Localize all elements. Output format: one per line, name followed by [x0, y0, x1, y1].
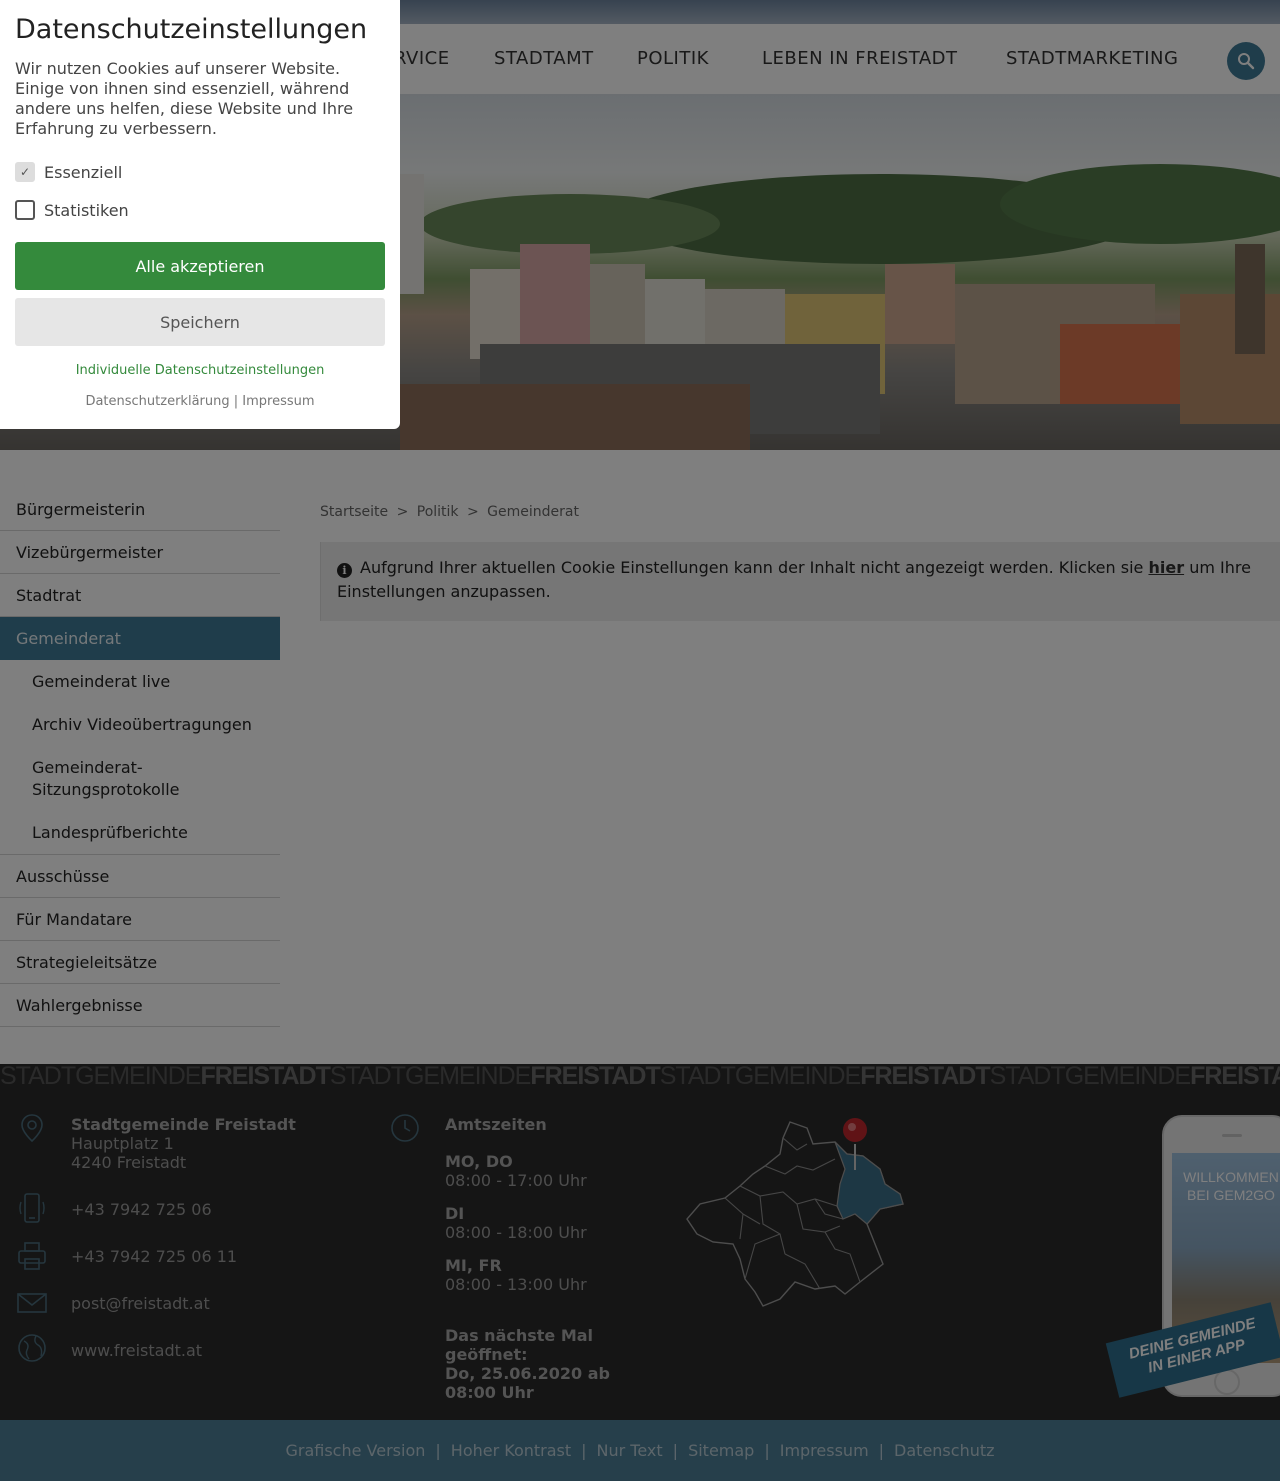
checkbox-checked-icon: ✓: [15, 162, 35, 182]
privacy-policy-link[interactable]: Datenschutzerklärung: [85, 394, 229, 409]
checkbox-label: Essenziell: [44, 162, 123, 182]
accept-all-button[interactable]: Alle akzeptieren: [15, 242, 385, 290]
cookie-footer-links: Datenschutzerklärung | Impressum: [0, 394, 400, 409]
checkbox-essenziell[interactable]: ✓ Essenziell: [15, 162, 122, 182]
checkbox-statistiken[interactable]: Statistiken: [15, 200, 129, 220]
checkbox-label: Statistiken: [44, 200, 129, 220]
link-separator: |: [233, 394, 239, 409]
cookie-dialog-description: Wir nutzen Cookies auf unserer Website. …: [15, 59, 354, 138]
cookie-consent-dialog: Datenschutzeinstellungen Wir nutzen Cook…: [0, 0, 400, 429]
checkbox-unchecked-icon: [15, 200, 35, 220]
individual-settings-link[interactable]: Individuelle Datenschutzeinstellungen: [0, 363, 400, 378]
save-button[interactable]: Speichern: [15, 298, 385, 346]
cookie-dialog-title: Datenschutzeinstellungen: [15, 14, 368, 45]
imprint-link[interactable]: Impressum: [242, 394, 314, 409]
